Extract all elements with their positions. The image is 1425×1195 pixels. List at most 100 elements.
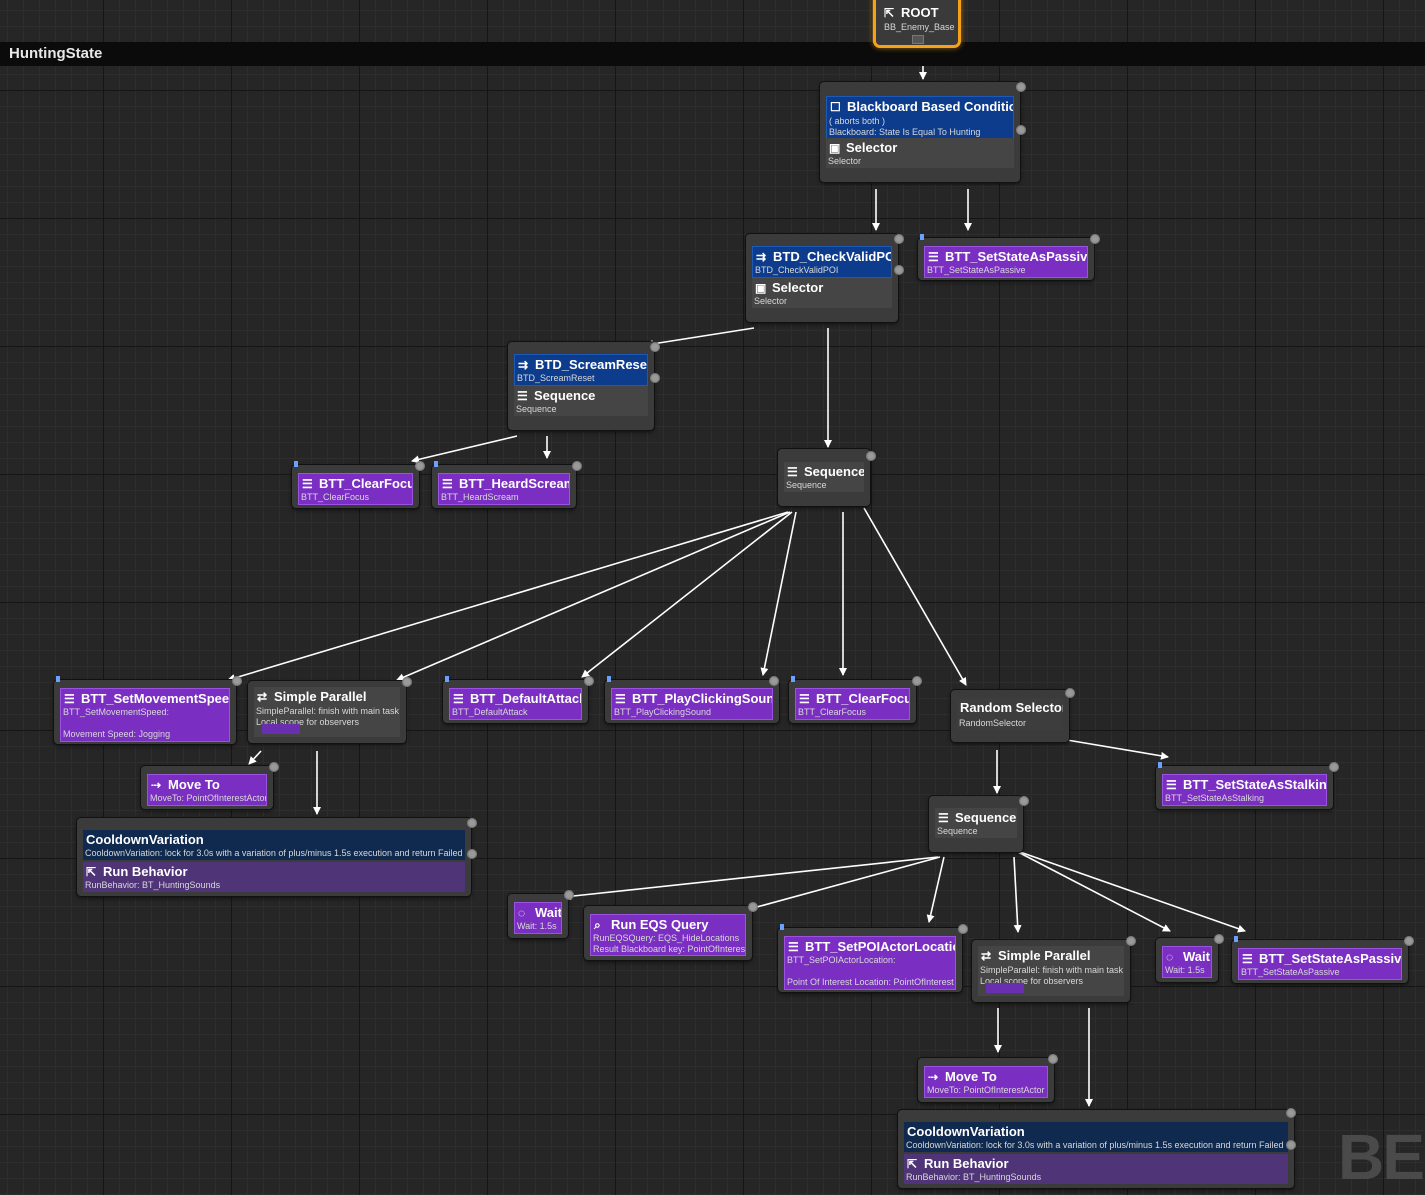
flag-marker bbox=[445, 676, 449, 682]
move-to-node[interactable]: ⇢ Move To MoveTo: PointOfInterestActor bbox=[918, 1054, 1058, 1102]
task-icon: ☰ bbox=[615, 692, 626, 706]
task-body[interactable]: ☰ BTT_ClearFocus BTT_ClearFocus bbox=[795, 688, 910, 720]
sequence-title: ☰ Sequence bbox=[938, 810, 1016, 825]
selector-composite[interactable]: ▣ Selector Selector bbox=[752, 278, 892, 308]
task-title: ☰ BTT_ClearFocus bbox=[799, 691, 909, 706]
run-behavior-node[interactable]: CooldownVariation CooldownVariation: loc… bbox=[898, 1108, 1296, 1188]
run-behavior-task[interactable]: ⇱ Run Behavior RunBehavior: BT_HuntingSou… bbox=[83, 862, 465, 892]
index-pin bbox=[769, 676, 779, 686]
task-body[interactable]: ⇢ Move To MoveTo: PointOfInterestActor bbox=[147, 774, 267, 806]
parallel-composite[interactable]: ⇄ Simple Parallel SimpleParallel: finish … bbox=[978, 946, 1124, 996]
default-attack-node[interactable]: ☰ BTT_DefaultAttack BTT_DefaultAttack bbox=[443, 676, 594, 723]
random-selector-subtitle: RandomSelector bbox=[959, 718, 1027, 728]
flag-marker bbox=[607, 676, 611, 682]
root-node[interactable]: ⇱ ROOT BB_Enemy_Base bbox=[873, 0, 961, 48]
task-body[interactable]: ☰ BTT_SetMovementSpeed BTT_SetMovementSpe… bbox=[60, 688, 230, 742]
set-movement-speed-node[interactable]: ☰ BTT_SetMovementSpeed BTT_SetMovementSpe… bbox=[54, 676, 242, 744]
run-behavior-task[interactable]: ⇱ Run Behavior RunBehavior: BT_HuntingSou… bbox=[904, 1154, 1288, 1184]
index-pin bbox=[402, 677, 412, 687]
index-pin bbox=[1048, 1054, 1058, 1064]
play-clicking-sound-node[interactable]: ☰ BTT_PlayClickingSound BTT_PlayClickingS… bbox=[605, 676, 779, 723]
wait-node[interactable]: ◌ Wait Wait: 1.5s bbox=[1156, 934, 1224, 982]
set-poi-actor-location-node[interactable]: ☰ BTT_SetPOIActorLocation BTT_SetPOIActor… bbox=[778, 924, 968, 992]
task-icon: ☰ bbox=[788, 940, 799, 954]
wait-node[interactable]: ◌ Wait Wait: 1.5s bbox=[508, 890, 574, 938]
checkvalid-subtitle: BTD_CheckValidPOI bbox=[755, 265, 839, 275]
random-selector-composite[interactable]: Random Selector RandomSelector bbox=[957, 698, 1063, 730]
set-state-passive-node[interactable]: ☰ BTT_SetStateAsPassive BTT_SetStateAsPas… bbox=[918, 234, 1100, 280]
sequence-icon: ☰ bbox=[787, 465, 798, 479]
task-subtitle: BTT_SetMovementSpeed: bbox=[63, 707, 170, 717]
cooldown-title: CooldownVariation bbox=[907, 1124, 1025, 1139]
cooldown-decorator[interactable]: CooldownVariation CooldownVariation: loc… bbox=[904, 1122, 1288, 1152]
task-detail: Result Blackboard key: PointOfInterest bbox=[593, 944, 746, 954]
sequence-scream-node[interactable]: ⇉ BTD_ScreamReset BTD_ScreamReset ☰ Sequen… bbox=[508, 342, 660, 430]
task-body[interactable]: ☰ BTT_DefaultAttack BTT_DefaultAttack bbox=[449, 688, 582, 720]
task-subtitle: MoveTo: PointOfInterestActor bbox=[150, 793, 267, 803]
selector-composite[interactable]: ▣ Selector Selector bbox=[826, 138, 1014, 168]
edge-layer bbox=[227, 50, 1246, 1107]
index-pin bbox=[467, 849, 477, 859]
task-title-text: Move To bbox=[168, 777, 220, 792]
task-subtitle: Wait: 1.5s bbox=[517, 921, 557, 931]
sequence-composite[interactable]: ☰ Sequence Sequence bbox=[935, 808, 1017, 838]
sequence-composite[interactable]: ☰ Sequence Sequence bbox=[784, 462, 864, 492]
sequence-mid-node[interactable]: ☰ Sequence Sequence bbox=[778, 449, 876, 506]
edge bbox=[1019, 851, 1246, 933]
heard-scream-node[interactable]: ☰ BTT_HeardScream BTT_HeardScream bbox=[432, 461, 582, 508]
sequence-icon: ☰ bbox=[517, 389, 528, 403]
clear-focus-node[interactable]: ☰ BTT_ClearFocus BTT_ClearFocus bbox=[789, 676, 922, 723]
parallel-composite[interactable]: ⇄ Simple Parallel SimpleParallel: finish … bbox=[254, 687, 400, 737]
task-body[interactable]: ⇢ Move To MoveTo: PointOfInterestActor bbox=[924, 1066, 1048, 1098]
move-to-node[interactable]: ⇢ Move To MoveTo: PointOfInterestActor bbox=[141, 762, 279, 809]
run-behavior-node[interactable]: CooldownVariation CooldownVariation: loc… bbox=[77, 818, 477, 896]
task-body[interactable]: ☰ BTT_SetStateAsPassive BTT_SetStateAsPas… bbox=[1238, 948, 1402, 980]
blackboard-aborts: ( aborts both ) bbox=[829, 116, 886, 126]
main-task-pin[interactable] bbox=[262, 724, 300, 734]
blackboard-icon: ☐ bbox=[830, 100, 841, 114]
cooldown-decorator[interactable]: CooldownVariation CooldownVariation: loc… bbox=[83, 830, 465, 860]
task-body[interactable]: ☰ BTT_PlayClickingSound BTT_PlayClickingS… bbox=[611, 688, 773, 720]
root-title-text: ROOT bbox=[901, 5, 939, 20]
wait-icon: ◌ bbox=[1166, 950, 1174, 964]
task-body[interactable]: ☰ BTT_HeardScream BTT_HeardScream bbox=[438, 473, 570, 505]
check-valid-poi-decorator[interactable]: ⇉ BTD_CheckValidPOI BTD_CheckValidPOI bbox=[752, 246, 892, 278]
simple-parallel-node[interactable]: ⇄ Simple Parallel SimpleParallel: finish … bbox=[248, 677, 412, 743]
sequence-low-node[interactable]: ☰ Sequence Sequence bbox=[929, 796, 1029, 852]
task-body[interactable]: ◌ Wait Wait: 1.5s bbox=[514, 902, 562, 934]
set-state-stalking-node[interactable]: ☰ BTT_SetStateAsStalking BTT_SetStateAsSt… bbox=[1156, 762, 1339, 809]
index-pin bbox=[912, 676, 922, 686]
set-state-passive-node[interactable]: ☰ BTT_SetStateAsPassive BTT_SetStateAsPas… bbox=[1232, 936, 1414, 983]
selector-poi-node[interactable]: ⇉ BTD_CheckValidPOI BTD_CheckValidPOI ▣ Se… bbox=[746, 234, 904, 322]
task-title-text: BTT_SetPOIActorLocation bbox=[805, 939, 956, 954]
sequence-composite[interactable]: ☰ Sequence Sequence bbox=[514, 386, 648, 416]
task-subtitle: BTT_DefaultAttack bbox=[452, 707, 528, 717]
clear-focus-node[interactable]: ☰ BTT_ClearFocus BTT_ClearFocus bbox=[292, 461, 425, 508]
simple-parallel-node[interactable]: ⇄ Simple Parallel SimpleParallel: finish … bbox=[972, 936, 1136, 1002]
index-pin bbox=[748, 902, 758, 912]
bottom-pin[interactable] bbox=[912, 35, 924, 44]
run-behavior-subtitle: RunBehavior: BT_HuntingSounds bbox=[906, 1172, 1042, 1182]
random-selector-node[interactable]: Random Selector RandomSelector bbox=[951, 688, 1075, 742]
flag-marker bbox=[56, 676, 60, 682]
selector-main-node[interactable]: ☐ Blackboard Based Condition ( aborts bot… bbox=[820, 82, 1026, 182]
task-icon: ☰ bbox=[64, 692, 75, 706]
scream-reset-decorator[interactable]: ⇉ BTD_ScreamReset BTD_ScreamReset bbox=[514, 354, 648, 386]
sequence-title-text: Sequence bbox=[955, 810, 1017, 825]
task-body[interactable]: ☰ BTT_SetStateAsStalking BTT_SetStateAsSt… bbox=[1162, 774, 1327, 806]
index-pin bbox=[1126, 936, 1136, 946]
task-body[interactable]: ☰ BTT_SetPOIActorLocation BTT_SetPOIActor… bbox=[784, 936, 956, 990]
edge bbox=[1017, 851, 1171, 932]
task-body[interactable]: ⌕ Run EQS Query RunEQSQuery: EQS_HideLoca… bbox=[590, 914, 746, 956]
run-eqs-query-node[interactable]: ⌕ Run EQS Query RunEQSQuery: EQS_HideLoca… bbox=[584, 902, 758, 960]
task-subtitle: Wait: 1.5s bbox=[1165, 965, 1205, 975]
eqs-icon: ⌕ bbox=[594, 918, 601, 932]
checkvalid-title-text: BTD_CheckValidPOI bbox=[773, 249, 892, 264]
task-body[interactable]: ◌ Wait Wait: 1.5s bbox=[1162, 946, 1212, 978]
task-icon: ☰ bbox=[1242, 952, 1253, 966]
blackboard-condition-decorator[interactable]: ☐ Blackboard Based Condition ( aborts bot… bbox=[826, 96, 1014, 140]
task-body[interactable]: ☰ BTT_ClearFocus BTT_ClearFocus bbox=[298, 473, 413, 505]
task-body[interactable]: ☰ BTT_SetStateAsPassive BTT_SetStateAsPas… bbox=[924, 246, 1088, 278]
decorator-icon: ⇉ bbox=[518, 358, 529, 372]
main-task-pin[interactable] bbox=[986, 983, 1024, 993]
